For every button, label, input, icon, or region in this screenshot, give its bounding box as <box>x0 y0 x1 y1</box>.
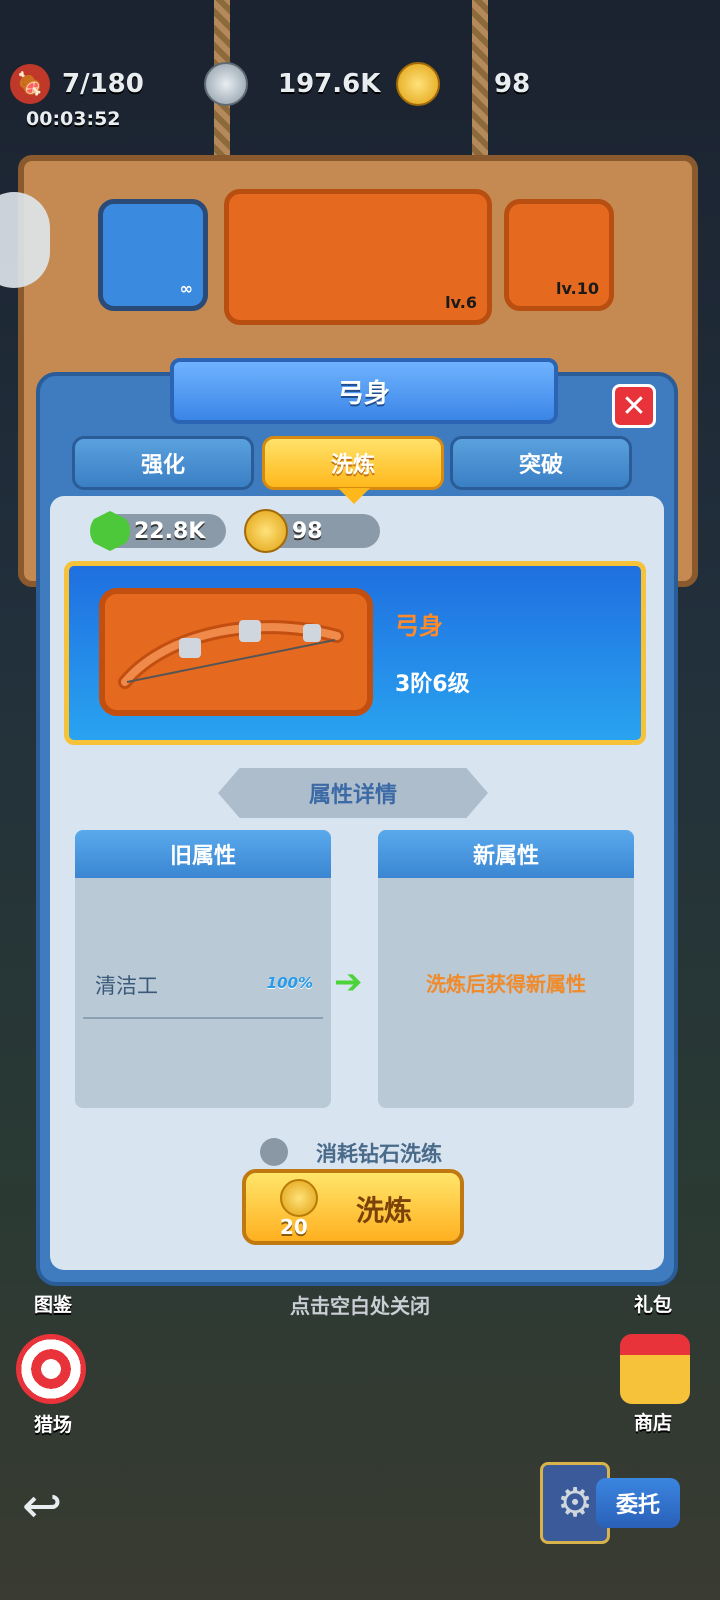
codex-label[interactable]: 图鉴 <box>34 1290 72 1317</box>
gift-pack-label[interactable]: 礼包 <box>634 1290 672 1317</box>
silver-value: 197.6K <box>278 69 381 99</box>
slot-meat-count: ∞ <box>179 279 193 298</box>
old-attribute-box: 旧属性 清洁工 100% <box>75 830 331 1108</box>
item-name: 弓身 <box>395 612 443 640</box>
item-level: 3阶6级 <box>395 672 470 697</box>
new-attribute-header: 新属性 <box>378 830 634 878</box>
chat-bubble-icon[interactable] <box>0 192 50 288</box>
refine-cost: 20 <box>280 1215 308 1239</box>
slot-meat[interactable]: ∞ <box>98 199 208 311</box>
gold-value: 98 <box>494 69 531 99</box>
meat-icon: 🍖 <box>10 64 50 104</box>
silver-coin-icon <box>204 62 248 106</box>
new-attribute-hint: 洗炼后获得新属性 <box>426 972 586 996</box>
refine-button[interactable]: 20 洗炼 <box>242 1169 464 1245</box>
old-attribute-header: 旧属性 <box>75 830 331 878</box>
tap-to-close-hint[interactable]: 点击空白处关闭 <box>0 1290 720 1319</box>
bow-icon <box>118 620 344 689</box>
tab-breakthrough[interactable]: 突破 <box>450 436 632 490</box>
gem-currency: 22.8K <box>90 511 226 551</box>
diamond-refine-toggle[interactable] <box>260 1138 288 1166</box>
gold-counter: 98 <box>396 62 530 106</box>
slot-string[interactable]: lv.10 <box>504 199 614 311</box>
close-button[interactable]: ✕ <box>612 384 656 428</box>
meat-counter: 🍖 7/180 <box>10 62 144 106</box>
slot-string-level: lv.10 <box>556 279 599 298</box>
new-attribute-box: 新属性 洗炼后获得新属性 <box>378 830 634 1108</box>
tab-enhance[interactable]: 强化 <box>72 436 254 490</box>
item-card: 弓身 3阶6级 <box>64 561 646 745</box>
old-attribute-name: 清洁工 <box>95 974 158 998</box>
gold-chip-value: 98 <box>292 518 323 544</box>
close-icon: ✕ <box>621 388 647 424</box>
arrow-right-icon: ➔ <box>334 962 363 1002</box>
gold-coin-icon <box>244 509 288 553</box>
shop-label[interactable]: 商店 <box>634 1408 672 1435</box>
hunting-ground-icon[interactable] <box>16 1334 86 1404</box>
commission-button[interactable]: 委托 <box>596 1478 680 1528</box>
gold-currency: 98 <box>244 509 380 553</box>
tab-pointer <box>338 488 370 504</box>
diamond-refine-label: 消耗钻石洗练 <box>316 1142 442 1166</box>
hunting-ground-label[interactable]: 猎场 <box>34 1410 72 1437</box>
panel-title: 弓身 <box>170 358 558 424</box>
attribute-details-title: 属性详情 <box>218 768 488 818</box>
tab-refine[interactable]: 洗炼 <box>262 436 444 490</box>
timer: 00:03:52 <box>26 108 121 130</box>
old-attribute-percent: 100% <box>266 974 313 992</box>
slot-bow[interactable]: lv.6 <box>224 189 492 325</box>
gold-coin-icon <box>396 62 440 106</box>
bow-body-image <box>99 588 373 716</box>
silver-counter: 197.6K <box>204 62 380 106</box>
slot-bow-level: lv.6 <box>445 293 477 312</box>
back-arrow-icon[interactable]: ↩ <box>22 1478 62 1534</box>
gold-coin-icon <box>280 1179 318 1217</box>
gem-value: 22.8K <box>134 518 206 544</box>
refine-button-label: 洗炼 <box>356 1194 413 1227</box>
shop-icon[interactable] <box>620 1334 690 1404</box>
divider <box>83 1017 323 1019</box>
meat-value: 7/180 <box>62 69 144 99</box>
